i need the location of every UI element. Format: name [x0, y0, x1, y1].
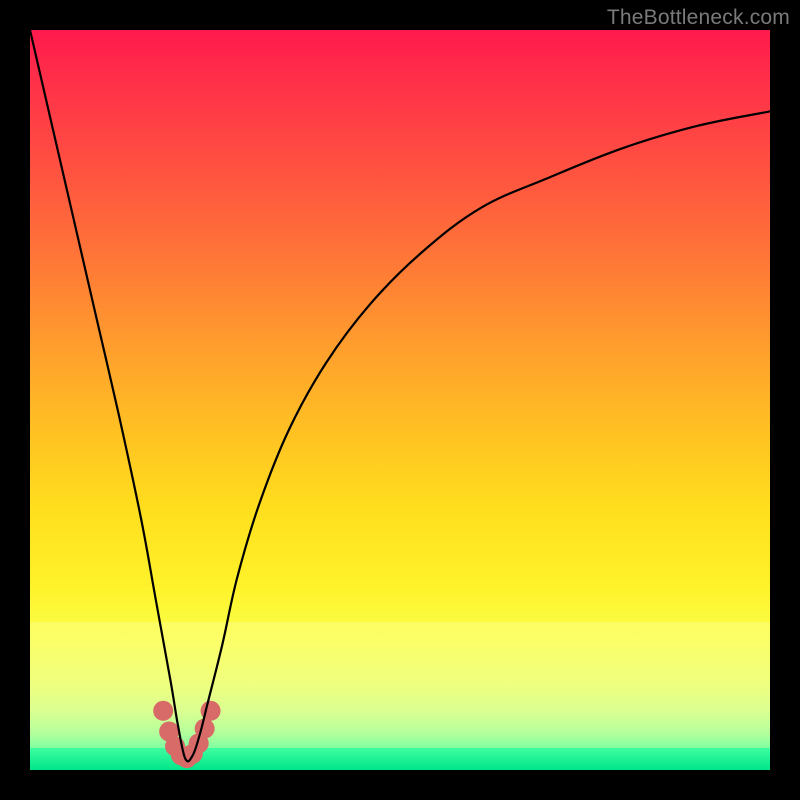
- plot-area: [30, 30, 770, 770]
- marker-cluster: [153, 701, 220, 768]
- curve-layer: [30, 30, 770, 770]
- watermark-text: TheBottleneck.com: [607, 6, 790, 30]
- bottleneck-curve: [30, 30, 770, 761]
- marker-dot: [195, 719, 215, 739]
- chart-frame: TheBottleneck.com: [0, 0, 800, 800]
- marker-dot: [153, 701, 173, 721]
